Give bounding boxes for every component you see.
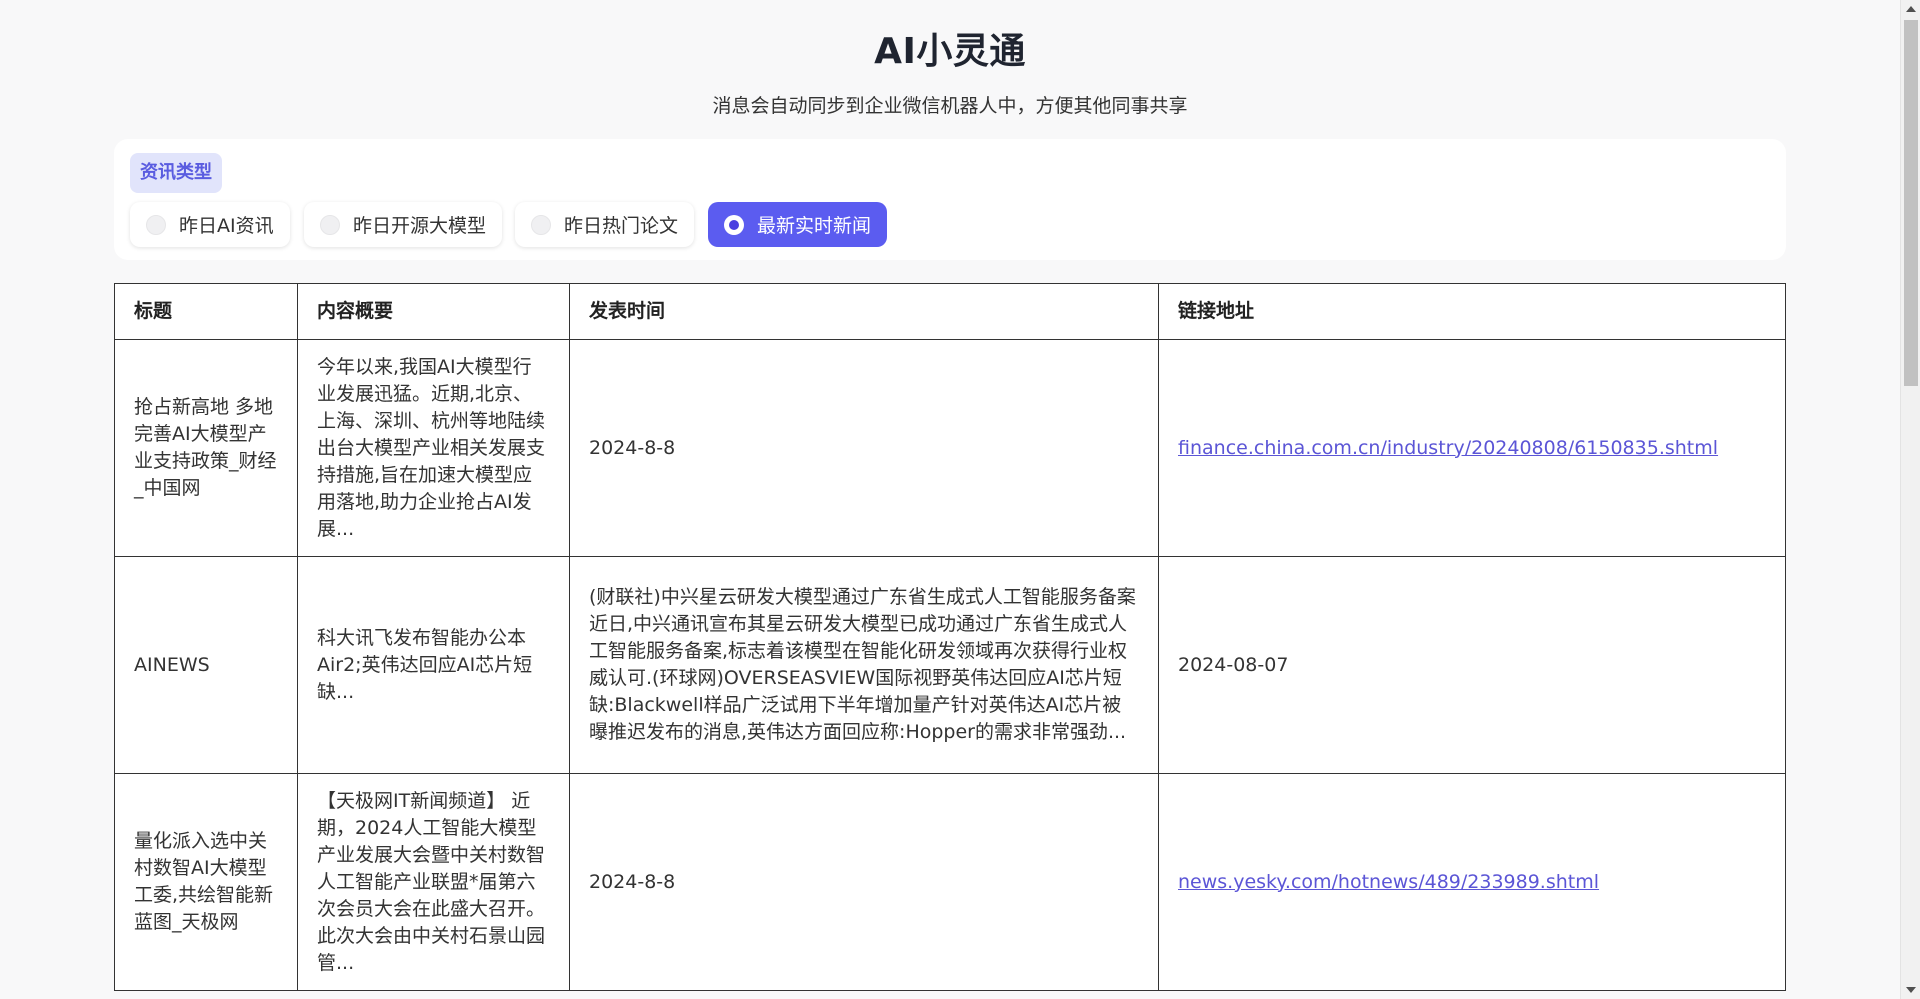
cell-link: 2024-08-07 — [1158, 556, 1786, 774]
column-header-link: 链接地址 — [1158, 283, 1786, 340]
radio-label: 昨日热门论文 — [564, 215, 679, 237]
radio-label: 昨日开源大模型 — [353, 215, 487, 237]
cell-time: 2024-8-8 — [569, 339, 1159, 557]
table-row: 量化派入选中关村数智AI大模型工委,共绘智能新蓝图_天极网 【天极网IT新闻频道… — [114, 773, 1786, 991]
page-subtitle: 消息会自动同步到企业微信机器人中，方便其他同事共享 — [712, 95, 1188, 117]
article-link[interactable]: finance.china.com.cn/industry/20240808/6… — [1178, 437, 1718, 459]
radio-yesterday-hot-papers[interactable]: 昨日热门论文 — [515, 202, 695, 247]
cell-link: news.yesky.com/hotnews/489/233989.shtml — [1158, 773, 1786, 991]
radio-circle-icon[interactable] — [531, 214, 551, 235]
page: AI小灵通 消息会自动同步到企业微信机器人中，方便其他同事共享 资讯类型 昨日A… — [0, 0, 1900, 999]
radio-circle-icon[interactable] — [146, 214, 166, 235]
table-row: AINEWS 科大讯飞发布智能办公本Air2;英伟达回应AI芯片短缺... (财… — [114, 556, 1786, 774]
article-link[interactable]: news.yesky.com/hotnews/489/233989.shtml — [1178, 871, 1599, 893]
scroll-up-arrow-icon[interactable] — [1906, 6, 1916, 12]
vertical-scrollbar[interactable] — [1900, 0, 1920, 999]
table-header-row: 标题 内容概要 发表时间 链接地址 — [114, 283, 1786, 340]
scroll-down-arrow-icon[interactable] — [1906, 987, 1916, 993]
filter-label: 资讯类型 — [130, 153, 222, 193]
cell-time: (财联社)中兴星云研发大模型通过广东省生成式人工智能服务备案近日,中兴通讯宣布其… — [569, 556, 1159, 774]
radio-yesterday-ai-news[interactable]: 昨日AI资讯 — [130, 202, 290, 247]
radio-label: 最新实时新闻 — [757, 215, 872, 237]
cell-summary: 科大讯飞发布智能办公本Air2;英伟达回应AI芯片短缺... — [297, 556, 570, 774]
cell-time: 2024-8-8 — [569, 773, 1159, 991]
column-header-summary: 内容概要 — [297, 283, 570, 340]
column-header-time: 发表时间 — [569, 283, 1159, 340]
table-row: 抢占新高地 多地完善AI大模型产业支持政策_财经_中国网 今年以来,我国AI大模… — [114, 339, 1786, 557]
cell-link: finance.china.com.cn/industry/20240808/6… — [1158, 339, 1786, 557]
column-header-title: 标题 — [114, 283, 298, 340]
radio-label: 昨日AI资讯 — [179, 215, 274, 237]
cell-summary: 【天极网IT新闻频道】 近期，2024人工智能大模型产业发展大会暨中关村数智人工… — [297, 773, 570, 991]
news-table: 标题 内容概要 发表时间 链接地址 抢占新高地 多地完善AI大模型产业支持政策_… — [114, 283, 1786, 991]
cell-summary: 今年以来,我国AI大模型行业发展迅猛。近期,北京、上海、深圳、杭州等地陆续出台大… — [297, 339, 570, 557]
news-type-filter-card: 资讯类型 昨日AI资讯 昨日开源大模型 昨日热门论文 最新实时新闻 — [114, 139, 1786, 260]
scrollbar-thumb[interactable] — [1904, 20, 1918, 386]
cell-title: 量化派入选中关村数智AI大模型工委,共绘智能新蓝图_天极网 — [114, 773, 298, 991]
radio-yesterday-open-source-models[interactable]: 昨日开源大模型 — [304, 202, 503, 247]
radio-selected-icon[interactable] — [724, 214, 744, 235]
cell-title: 抢占新高地 多地完善AI大模型产业支持政策_财经_中国网 — [114, 339, 298, 557]
cell-title: AINEWS — [114, 556, 298, 774]
radio-circle-icon[interactable] — [320, 214, 340, 235]
radio-latest-realtime-news[interactable]: 最新实时新闻 — [708, 202, 888, 247]
page-title: AI小灵通 — [874, 31, 1026, 72]
